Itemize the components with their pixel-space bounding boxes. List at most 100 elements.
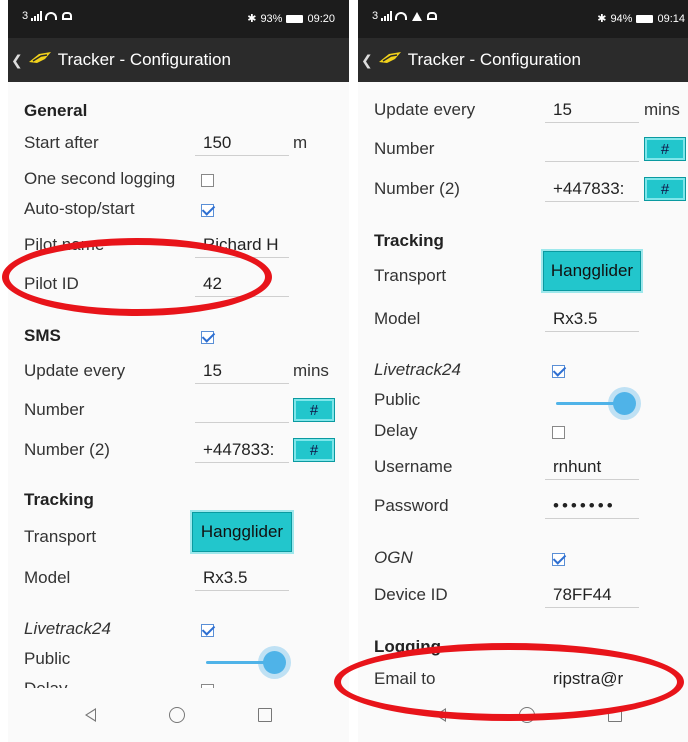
wifi-icon [45,12,58,20]
row-delay: Delay [8,668,349,688]
left-phone-screen: 3 ✱ 93% 09:20 ❮ Tracker - Configuration … [8,0,349,742]
section-header: Logging [374,637,442,656]
bluetooth-icon: ✱ [597,13,607,25]
livetrack24-checkbox[interactable] [552,365,565,378]
system-nav-bar [8,688,349,742]
row-update-every: Update every 15 mins [8,350,349,390]
field-label: Number (2) [374,179,460,198]
update-every-input[interactable]: 15 [545,97,639,123]
back-icon[interactable] [84,708,96,722]
field-label: OGN [374,548,413,567]
field-label: Email to [374,669,436,688]
auto-stop-checkbox[interactable] [201,204,214,217]
row-password: Password ••••••• [358,485,688,525]
contact-picker-button[interactable]: # [293,398,335,422]
number-input[interactable] [545,136,639,162]
signal-icon [381,11,393,21]
ogn-checkbox[interactable] [552,553,565,566]
public-slider[interactable] [556,392,636,415]
battery-icon [286,14,304,23]
pilot-id-input[interactable]: 42 [195,271,289,297]
model-input[interactable]: Rx3.5 [195,565,289,591]
number-2-input[interactable]: +447833: [195,437,289,463]
number-input[interactable] [195,397,289,423]
row-device-id: Device ID 78FF44 [358,574,688,614]
row-delay: Delay [358,410,688,450]
row-update-every: Update every 15 mins [358,89,688,129]
delay-checkbox[interactable] [552,426,565,439]
field-label: Pilot ID [24,274,79,293]
back-icon[interactable] [434,708,446,722]
update-every-input[interactable]: 15 [195,358,289,384]
app-title: Tracker - Configuration [407,50,581,69]
row-pilot-id: Pilot ID 42 [8,263,349,303]
app-bar: ❮ Tracker - Configuration [358,38,688,82]
row-username: Username rnhunt [358,446,688,486]
field-label: Delay [24,679,67,688]
contact-picker-button-2[interactable]: # [644,177,686,201]
home-icon[interactable] [168,707,185,723]
recents-icon[interactable] [608,708,623,722]
section-header: Tracking [24,490,94,509]
field-label: Pilot name [24,235,105,254]
app-logo-icon [377,50,403,71]
transport-button[interactable]: Hangglider [192,512,292,552]
unit-label: mins [644,100,680,119]
signal-icon [31,11,43,21]
livetrack24-checkbox[interactable] [201,624,214,637]
home-icon[interactable] [518,707,535,723]
start-after-input[interactable]: 150 [195,130,289,156]
row-number-2: Number (2) +447833: # [8,429,349,469]
status-bar: 3 ✱ 94% 09:14 [358,0,688,38]
app-bar: ❮ Tracker - Configuration [8,38,349,82]
sms-checkbox[interactable] [201,331,214,344]
section-tracking: Tracking [8,479,349,519]
row-pilot-name: Pilot name Richard H [8,224,349,264]
field-label: Username [374,457,453,476]
config-list[interactable]: General Start after 150 m One second log… [8,82,349,688]
contact-picker-button[interactable]: # [644,137,686,161]
row-email-to: Email to ripstra@r [358,658,688,688]
right-phone-screen: 3 ✱ 94% 09:14 ❮ Tracker - Configuration … [358,0,688,742]
field-label: Public [374,390,421,409]
field-label: Transport [24,527,97,546]
recents-icon[interactable] [258,708,273,722]
number-2-input[interactable]: +447833: [545,176,639,202]
one-second-logging-checkbox[interactable] [201,174,214,187]
model-input[interactable]: Rx3.5 [545,306,639,332]
field-label: Public [24,649,71,668]
bluetooth-icon: ✱ [247,13,257,25]
row-sms: SMS [8,315,349,355]
field-label: Number (2) [24,440,110,459]
row-number-2: Number (2) +447833: # [358,168,688,208]
device-id-input[interactable]: 78FF44 [545,582,639,608]
field-label: Transport [374,266,447,285]
back-chevron-icon[interactable]: ❮ [11,52,23,69]
config-list[interactable]: Update every 15 mins Number # Number (2)… [358,82,688,688]
row-number: Number # [358,128,688,168]
wifi-icon [395,12,408,20]
field-label: Device ID [374,585,448,604]
email-to-input[interactable]: ripstra@r [545,666,639,688]
field-label: Update every [374,100,476,119]
row-auto-stop: Auto-stop/start [8,188,349,228]
password-input[interactable]: ••••••• [545,493,639,519]
app-logo-icon [27,50,53,71]
transport-button[interactable]: Hangglider [543,251,641,291]
public-slider[interactable] [206,651,286,674]
field-label: Livetrack24 [24,619,111,638]
contact-picker-button-2[interactable]: # [293,438,335,462]
clock: 09:20 [307,12,335,25]
row-transport: Transport Hangglider [8,512,349,556]
field-label: Model [374,309,421,328]
back-chevron-icon[interactable]: ❮ [361,52,373,69]
username-input[interactable]: rnhunt [545,454,639,480]
field-label: One second logging [24,169,176,188]
section-header: SMS [24,326,61,345]
section-header: General [24,101,88,120]
pilot-name-input[interactable]: Richard H [195,232,289,258]
battery-icon [636,14,654,23]
field-label: Livetrack24 [374,360,461,379]
app-title: Tracker - Configuration [57,50,231,69]
field-label: Number [24,400,85,419]
